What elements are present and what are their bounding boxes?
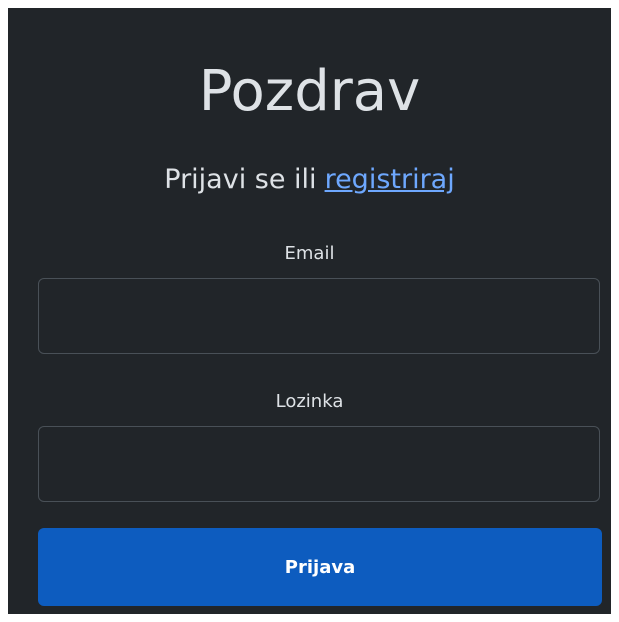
login-panel: Pozdrav Prijavi se ili registriraj Email … bbox=[8, 8, 611, 614]
subtitle: Prijavi se ili registriraj bbox=[8, 158, 611, 202]
login-button[interactable]: Prijava bbox=[38, 528, 602, 606]
page-title: Pozdrav bbox=[198, 59, 421, 124]
email-label: Email bbox=[284, 243, 335, 264]
email-field[interactable] bbox=[38, 278, 600, 354]
password-field[interactable] bbox=[38, 426, 600, 502]
subtitle-text: Prijavi se ili bbox=[164, 164, 317, 195]
register-link[interactable]: registriraj bbox=[325, 164, 455, 195]
password-label: Lozinka bbox=[275, 391, 344, 412]
